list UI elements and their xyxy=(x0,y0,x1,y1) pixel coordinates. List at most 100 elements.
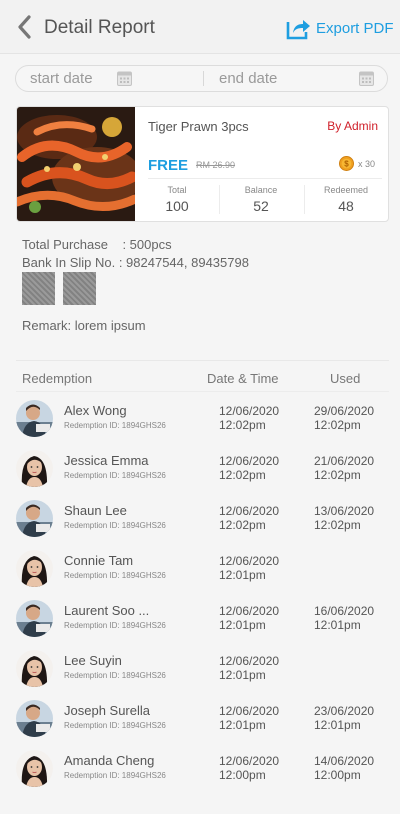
used-date: 16/06/2020 xyxy=(314,604,375,618)
table-row[interactable]: Shaun Lee Redemption ID: 1894GHS26 12/06/2… xyxy=(0,500,400,550)
used-date: 21/06/2020 xyxy=(314,454,375,468)
redemption-time: 12:00pm xyxy=(219,768,266,782)
used-datetime: 29/06/2020 12:02pm xyxy=(314,404,384,432)
table-row[interactable]: Joseph Surella Redemption ID: 1894GHS26 12… xyxy=(0,700,400,750)
used-datetime: 21/06/2020 12:02pm xyxy=(314,454,384,482)
redemption-date: 12/06/2020 xyxy=(219,404,280,418)
product-name: Tiger Prawn 3pcs xyxy=(148,119,249,134)
coin-icon: $ xyxy=(339,156,354,171)
redemption-id: Redemption ID: 1894GHS26 xyxy=(64,721,166,730)
stat-value: 52 xyxy=(253,198,269,214)
start-date-placeholder: start date xyxy=(30,70,93,87)
chevron-left-icon[interactable] xyxy=(14,14,36,40)
column-header-datetime: Date & Time xyxy=(207,371,279,386)
table-row[interactable]: Lee Suyin Redemption ID: 1894GHS26 12/06/2… xyxy=(0,650,400,700)
date-range-picker: start date end date xyxy=(15,65,388,92)
section-divider xyxy=(16,360,389,361)
redemption-date: 12/06/2020 xyxy=(219,704,280,718)
avatar xyxy=(16,700,53,737)
stat-divider xyxy=(304,185,305,214)
export-pdf-label: Export PDF xyxy=(316,19,394,37)
redemption-id: Redemption ID: 1894GHS26 xyxy=(64,771,166,780)
stat-redeemed: Redeemed 48 xyxy=(306,185,386,214)
share-export-icon xyxy=(286,20,310,40)
redemption-id: Redemption ID: 1894GHS26 xyxy=(64,471,166,480)
start-date-field[interactable]: start date xyxy=(30,66,93,91)
used-datetime: 16/06/2020 12:01pm xyxy=(314,604,384,632)
bank-slip-thumbnail[interactable] xyxy=(22,272,55,305)
bank-slip-number: Bank In Slip No. : 98247544, 89435798 xyxy=(22,255,249,270)
used-time: 12:01pm xyxy=(314,618,361,632)
table-row[interactable]: Laurent Soo ... Redemption ID: 1894GHS26 1… xyxy=(0,600,400,650)
redemption-date: 12/06/2020 xyxy=(219,604,280,618)
used-time: 12:02pm xyxy=(314,518,361,532)
redeemer-name: Laurent Soo ... xyxy=(64,603,150,618)
total-purchase: Total Purchase : 500pcs xyxy=(22,237,172,252)
price-label: FREE xyxy=(148,157,189,174)
redemption-id: Redemption ID: 1894GHS26 xyxy=(64,521,166,530)
redeemer-name: Jessica Emma xyxy=(64,453,149,468)
redemption-datetime: 12/06/2020 12:02pm xyxy=(219,454,289,482)
table-row[interactable]: Connie Tam Redemption ID: 1894GHS26 12/06/… xyxy=(0,550,400,600)
redemption-datetime: 12/06/2020 12:01pm xyxy=(219,654,289,682)
stat-divider xyxy=(219,185,220,214)
stat-label: Balance xyxy=(244,185,278,195)
used-datetime: 13/06/2020 12:02pm xyxy=(314,504,384,532)
redemption-id: Redemption ID: 1894GHS26 xyxy=(64,671,166,680)
used-time: 12:02pm xyxy=(314,468,361,482)
stat-label: Total xyxy=(167,185,187,195)
used-date: 14/06/2020 xyxy=(314,754,375,768)
calendar-icon[interactable] xyxy=(359,70,374,86)
redemption-time: 12:01pm xyxy=(219,618,266,632)
used-date: 29/06/2020 xyxy=(314,404,375,418)
redemption-id: Redemption ID: 1894GHS26 xyxy=(64,621,166,630)
table-row[interactable]: Alex Wong Redemption ID: 1894GHS26 12/06/2… xyxy=(0,400,400,450)
export-pdf-button[interactable]: Export PDF xyxy=(286,14,394,42)
bank-slip-thumbnail[interactable] xyxy=(63,272,96,305)
redemption-id: Redemption ID: 1894GHS26 xyxy=(64,421,166,430)
issuer-label: By Admin xyxy=(327,119,378,133)
stat-value: 48 xyxy=(338,198,354,214)
page-title: Detail Report xyxy=(44,17,155,38)
redemption-datetime: 12/06/2020 12:01pm xyxy=(219,554,289,582)
header-divider xyxy=(16,391,389,392)
redemption-date: 12/06/2020 xyxy=(219,504,280,518)
product-card[interactable]: Tiger Prawn 3pcs By Admin FREE RM 26.90 … xyxy=(16,106,389,222)
redeemer-name: Connie Tam xyxy=(64,553,134,568)
redemption-date: 12/06/2020 xyxy=(219,554,280,568)
column-header-redemption: Redemption xyxy=(22,371,93,386)
redemption-date: 12/06/2020 xyxy=(219,454,280,468)
table-row[interactable]: Jessica Emma Redemption ID: 1894GHS26 12/0… xyxy=(0,450,400,500)
redemption-id: Redemption ID: 1894GHS26 xyxy=(64,571,166,580)
redemption-time: 12:02pm xyxy=(219,418,266,432)
redemption-datetime: 12/06/2020 12:01pm xyxy=(219,604,289,632)
redeemer-name: Joseph Surella xyxy=(64,703,150,718)
card-divider xyxy=(148,178,382,179)
avatar xyxy=(16,600,53,637)
header-bar: Detail Report Export PDF xyxy=(0,0,400,54)
stat-total: Total 100 xyxy=(137,185,217,214)
product-photo xyxy=(17,107,135,221)
stat-balance: Balance 52 xyxy=(221,185,301,214)
redemption-datetime: 12/06/2020 12:02pm xyxy=(219,404,289,432)
redemption-date: 12/06/2020 xyxy=(219,654,280,668)
redemption-time: 12:01pm xyxy=(219,718,266,732)
redemption-time: 12:02pm xyxy=(219,468,266,482)
avatar xyxy=(16,450,53,487)
used-date: 13/06/2020 xyxy=(314,504,375,518)
redeemer-name: Lee Suyin xyxy=(64,653,122,668)
remark: Remark: lorem ipsum xyxy=(22,318,146,333)
calendar-icon[interactable] xyxy=(117,70,132,86)
redeemer-name: Shaun Lee xyxy=(64,503,127,518)
used-datetime: 23/06/2020 12:01pm xyxy=(314,704,384,732)
table-row[interactable]: Amanda Cheng Redemption ID: 1894GHS26 12/0… xyxy=(0,750,400,800)
redemption-datetime: 12/06/2020 12:01pm xyxy=(219,704,289,732)
avatar xyxy=(16,500,53,537)
redemption-time: 12:01pm xyxy=(219,568,266,582)
redeemer-name: Alex Wong xyxy=(64,403,127,418)
end-date-field[interactable]: end date xyxy=(219,66,277,91)
svg-text:$: $ xyxy=(344,160,349,169)
used-time: 12:01pm xyxy=(314,718,361,732)
column-header-used: Used xyxy=(330,371,361,386)
stat-value: 100 xyxy=(165,198,189,214)
